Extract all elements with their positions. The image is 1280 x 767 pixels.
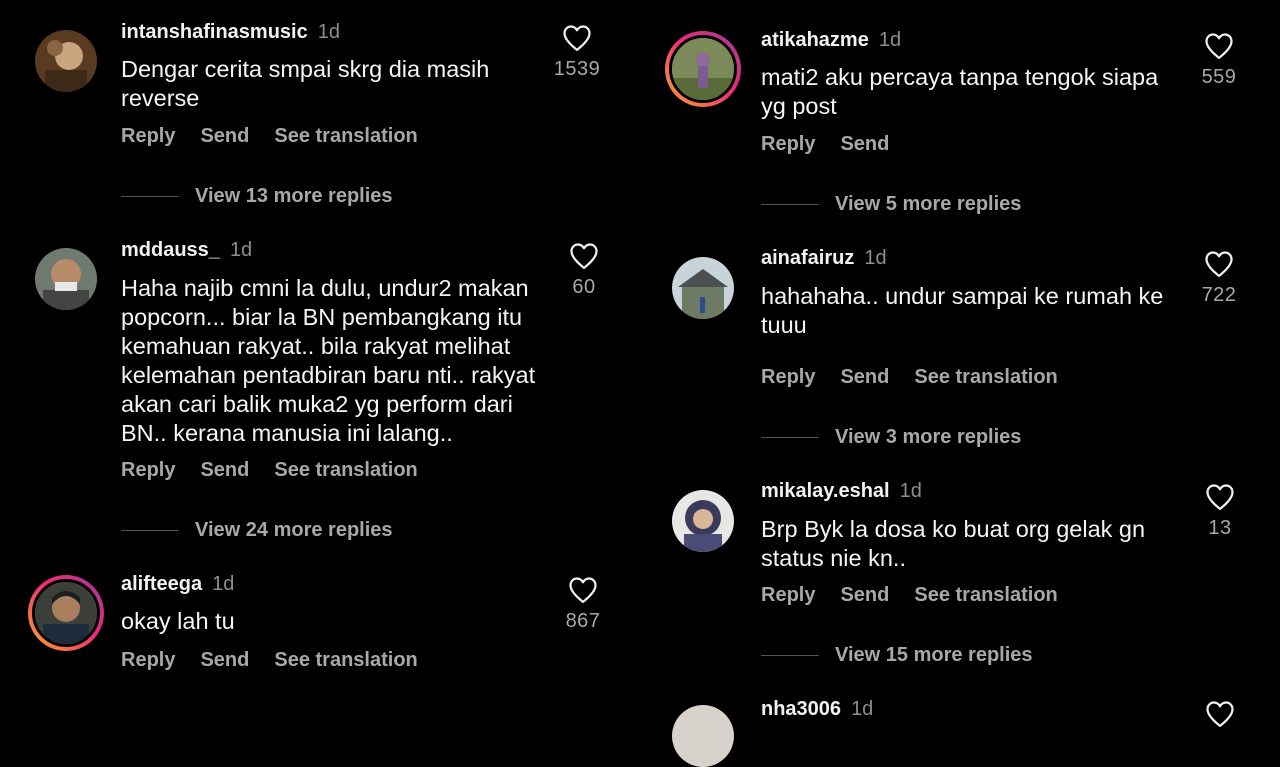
comment-text: mati2 aku percaya tanpa tengok siapa yg … — [761, 64, 1159, 119]
comment-actions: Reply Send See translation — [121, 125, 443, 148]
username[interactable]: intanshafinasmusic — [121, 21, 308, 43]
comment-actions: Reply Send See translation — [121, 649, 443, 672]
comments-column-left: intanshafinasmusic 1d Dengar cerita smpai… — [0, 0, 640, 721]
timestamp: 1d — [212, 573, 235, 595]
avatar[interactable] — [35, 248, 97, 310]
heart-outline-icon[interactable] — [568, 576, 598, 604]
avatar[interactable] — [672, 705, 734, 767]
comment-text: Brp Byk la dosa ko buat org gelak gn sta… — [761, 516, 1146, 571]
heart-outline-icon[interactable] — [1204, 250, 1234, 278]
avatar[interactable] — [672, 490, 734, 552]
like-count: 60 — [572, 276, 596, 298]
comment-actions: Reply Send — [761, 133, 914, 156]
avatar[interactable] — [28, 575, 104, 651]
avatar[interactable] — [35, 30, 97, 92]
username[interactable]: mikalay.eshal — [761, 480, 890, 502]
comment-actions: Reply Send See translation — [761, 366, 1083, 389]
see-translation-button[interactable]: See translation — [914, 366, 1057, 388]
comment-text: Haha najib cmni la dulu, undur2 makan po… — [121, 275, 536, 446]
comments-column-right: atikahazme 1d mati2 aku percaya tanpa ten… — [640, 0, 1280, 767]
reply-button[interactable]: Reply — [121, 459, 175, 481]
send-button[interactable]: Send — [840, 366, 889, 388]
send-button[interactable]: Send — [200, 649, 249, 671]
like-count: 13 — [1208, 517, 1232, 539]
send-button[interactable]: Send — [840, 133, 889, 155]
username[interactable]: atikahazme — [761, 29, 869, 51]
like-control: 867 — [553, 576, 613, 633]
view-replies-button[interactable]: View 13 more replies — [121, 185, 393, 208]
like-count: 722 — [1201, 284, 1237, 306]
like-control — [1190, 700, 1250, 728]
timestamp: 1d — [317, 21, 340, 43]
reply-button[interactable]: Reply — [761, 366, 815, 388]
view-replies-label: View 15 more replies — [835, 644, 1033, 666]
view-replies-button[interactable]: View 24 more replies — [121, 519, 393, 542]
like-control: 722 — [1189, 250, 1249, 307]
view-replies-label: View 24 more replies — [195, 519, 393, 541]
send-button[interactable]: Send — [840, 584, 889, 606]
like-control: 13 — [1190, 483, 1250, 540]
like-count: 559 — [1201, 66, 1237, 88]
reply-button[interactable]: Reply — [761, 133, 815, 155]
reply-button[interactable]: Reply — [121, 649, 175, 671]
see-translation-button[interactable]: See translation — [274, 459, 417, 481]
heart-outline-icon[interactable] — [1205, 700, 1235, 728]
comment-text: okay lah tu — [121, 608, 235, 634]
view-replies-label: View 3 more replies — [835, 426, 1022, 448]
send-button[interactable]: Send — [200, 459, 249, 481]
view-replies-button[interactable]: View 15 more replies — [761, 644, 1033, 667]
heart-outline-icon[interactable] — [1204, 32, 1234, 60]
timestamp: 1d — [851, 698, 874, 720]
heart-outline-icon[interactable] — [569, 242, 599, 270]
send-button[interactable]: Send — [200, 125, 249, 147]
username[interactable]: mddauss_ — [121, 239, 220, 261]
timestamp: 1d — [878, 29, 902, 51]
divider — [121, 530, 179, 532]
username[interactable]: nha3006 — [761, 698, 841, 720]
view-replies-label: View 13 more replies — [195, 185, 393, 207]
view-replies-label: View 5 more replies — [835, 193, 1022, 215]
divider — [761, 204, 819, 206]
comment-text: hahahaha.. undur sampai ke rumah ke tuuu — [761, 283, 1164, 338]
like-count: 1539 — [553, 58, 601, 80]
heart-outline-icon[interactable] — [562, 24, 592, 52]
divider — [761, 437, 819, 439]
comment-actions: Reply Send See translation — [761, 584, 1083, 607]
view-replies-button[interactable]: View 5 more replies — [761, 193, 1021, 216]
timestamp: 1d — [899, 480, 922, 502]
like-control: 60 — [554, 242, 614, 299]
divider — [761, 655, 819, 657]
comment-actions: Reply Send See translation — [121, 459, 443, 482]
story-ring — [669, 35, 737, 103]
view-replies-button[interactable]: View 3 more replies — [761, 426, 1021, 449]
avatar[interactable] — [665, 31, 741, 107]
timestamp: 1d — [864, 247, 887, 269]
see-translation-button[interactable]: See translation — [274, 649, 417, 671]
avatar[interactable] — [672, 257, 734, 319]
comment-text: Dengar cerita smpai skrg dia masih rever… — [121, 56, 490, 111]
heart-outline-icon[interactable] — [1205, 483, 1235, 511]
username[interactable]: ainafairuz — [761, 247, 854, 269]
like-control: 559 — [1189, 32, 1249, 89]
see-translation-button[interactable]: See translation — [274, 125, 417, 147]
like-control: 1539 — [547, 24, 607, 81]
username[interactable]: alifteega — [121, 573, 202, 595]
reply-button[interactable]: Reply — [761, 584, 815, 606]
see-translation-button[interactable]: See translation — [914, 584, 1057, 606]
reply-button[interactable]: Reply — [121, 125, 175, 147]
timestamp: 1d — [229, 239, 253, 261]
divider — [121, 196, 179, 198]
like-count: 867 — [565, 610, 601, 632]
story-ring — [32, 579, 100, 647]
